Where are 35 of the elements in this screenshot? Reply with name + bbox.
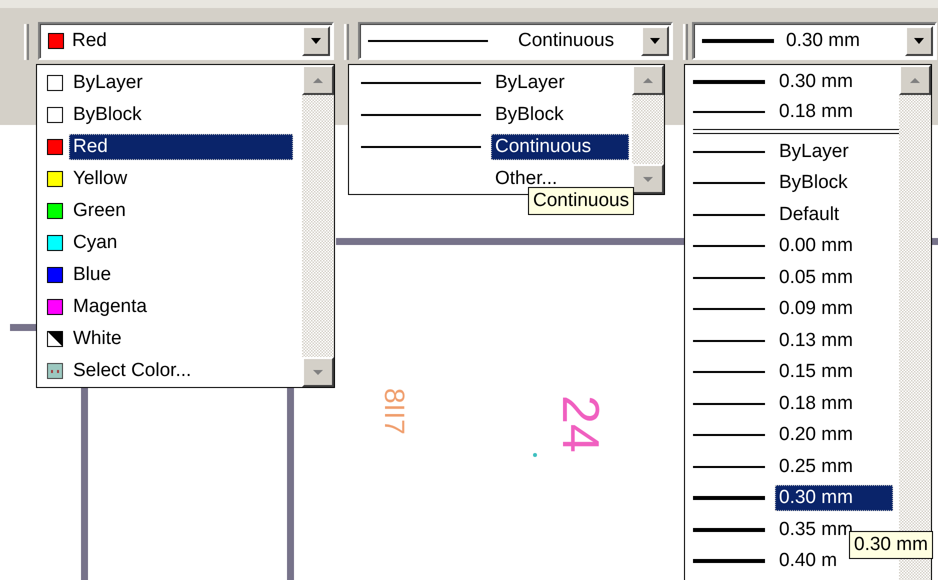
option-label: Red — [69, 134, 293, 160]
combo-value: 0.30 mm — [785, 30, 861, 52]
option-label: 0.18 mm — [778, 100, 854, 124]
option-label: 0.00 mm — [778, 234, 854, 258]
combo-value: Continuous — [517, 30, 616, 52]
drawing-text: 8II7 — [378, 388, 410, 435]
option-label: 0.05 mm — [778, 266, 854, 290]
combo-value: Red — [71, 30, 108, 52]
option-label: 0.30 mm — [778, 70, 854, 94]
option-label: ByBlock — [494, 103, 565, 127]
option-label: ByLayer — [72, 71, 144, 95]
tooltip: 0.30 mm — [849, 531, 933, 559]
drawing-text: 24 — [550, 395, 610, 453]
option-label: Blue — [72, 263, 112, 287]
option-label: Yellow — [72, 167, 128, 191]
option-label: 0.20 mm — [778, 423, 854, 448]
option-label: 0.09 mm — [778, 297, 854, 322]
option-label: 0.25 mm — [778, 454, 854, 479]
option-label: Cyan — [72, 231, 118, 255]
option-label: ByBlock — [72, 103, 143, 127]
option-label: Continuous — [491, 134, 629, 160]
option-label: ByLayer — [494, 71, 566, 95]
option-label: 0.30 mm — [775, 485, 893, 512]
tooltip: Continuous — [528, 187, 634, 215]
option-label: White — [72, 327, 123, 351]
option-label: ByBlock — [778, 171, 849, 196]
option-label: 0.40 m — [778, 549, 838, 574]
option-label: 0.13 mm — [778, 328, 854, 353]
option-label: 0.15 mm — [778, 360, 854, 384]
option-label: 0.18 mm — [778, 392, 854, 416]
option-label: Default — [778, 202, 840, 227]
option-label: Magenta — [72, 295, 148, 319]
option-label: Select Color... — [72, 359, 192, 383]
option-label: ByLayer — [778, 140, 850, 164]
option-label: Green — [72, 199, 127, 223]
